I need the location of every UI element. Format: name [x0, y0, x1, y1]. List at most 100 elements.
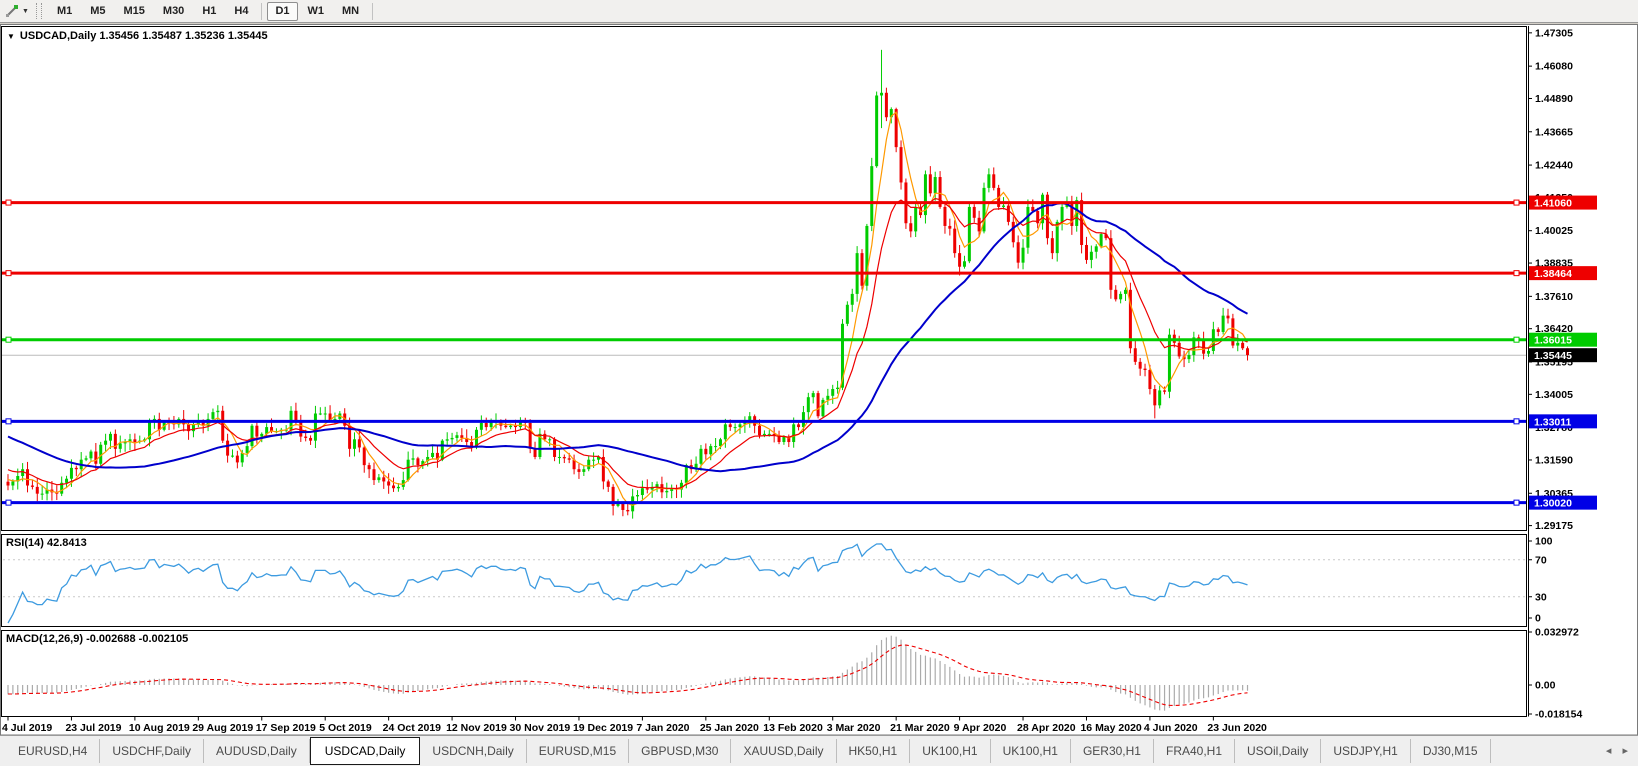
- toolbar-separator: [372, 2, 374, 20]
- chart-tab-fra40-h1[interactable]: FRA40,H1: [1154, 739, 1236, 763]
- svg-text:70: 70: [1535, 554, 1547, 566]
- svg-text:12 Nov 2019: 12 Nov 2019: [446, 722, 507, 734]
- svg-text:1.31590: 1.31590: [1535, 454, 1573, 466]
- svg-text:1.29175: 1.29175: [1535, 520, 1573, 532]
- svg-text:24 Oct 2019: 24 Oct 2019: [383, 722, 442, 734]
- svg-text:1.42440: 1.42440: [1535, 160, 1573, 172]
- chart-tab-usdcnh-daily[interactable]: USDCNH,Daily: [420, 739, 527, 763]
- chart-canvas: 0.032972 0.00 -0.018154 100 70 30 0 1.47305 1.46…: [0, 24, 1638, 736]
- svg-text:1.37610: 1.37610: [1535, 291, 1573, 303]
- toolbar-grip-handle[interactable]: [35, 3, 42, 19]
- timeframe-button-m30[interactable]: M30: [155, 2, 192, 21]
- svg-text:19 Dec 2019: 19 Dec 2019: [573, 722, 633, 734]
- chart-tab-usdjpy-h1[interactable]: USDJPY,H1: [1321, 739, 1411, 763]
- chart-tabs: EURUSD,H4 USDCHF,Daily AUDUSD,Daily USDCAD,…: [6, 737, 1491, 765]
- timeframe-button-d1[interactable]: D1: [267, 1, 298, 21]
- tabs-scroll-left-icon[interactable]: ◂: [1606, 745, 1616, 757]
- pane-frame: [1, 26, 1527, 531]
- chart-tab-uk100-h1[interactable]: UK100,H1: [991, 739, 1071, 763]
- svg-text:4 Jul 2019: 4 Jul 2019: [2, 722, 52, 734]
- collapse-caret-icon[interactable]: ▼: [7, 32, 15, 41]
- chart-tab-gbpusd-m30[interactable]: GBPUSD,M30: [629, 739, 732, 763]
- tabs-scroll-right-icon[interactable]: ▸: [1622, 745, 1632, 757]
- svg-text:16 May 2020: 16 May 2020: [1080, 722, 1141, 734]
- chart-tab-hk50-h1[interactable]: HK50,H1: [837, 739, 911, 763]
- rsi-indicator-label: RSI(14) 42.8413: [6, 537, 87, 549]
- timeframe-button-mn[interactable]: MN: [334, 2, 367, 21]
- chart-tab-dj30-m15[interactable]: DJ30,M15: [1411, 739, 1491, 763]
- hline-handle[interactable]: [5, 270, 12, 277]
- svg-text:1.40025: 1.40025: [1535, 225, 1573, 237]
- chart-tab-xauusd-daily[interactable]: XAUUSD,Daily: [731, 739, 837, 763]
- svg-text:1.36015: 1.36015: [1534, 335, 1572, 347]
- timeframe-button-w1[interactable]: W1: [300, 2, 333, 21]
- chart-tab-eurusd-h4[interactable]: EURUSD,H4: [6, 739, 101, 763]
- svg-text:1.30020: 1.30020: [1534, 498, 1572, 510]
- chart-title-text: USDCAD,Daily 1.35456 1.35487 1.35236 1.3…: [19, 30, 268, 42]
- chart-tab-eurusd-m15[interactable]: EURUSD,M15: [527, 739, 630, 763]
- trading-platform-window: { "toolbar": { "timeframes": ["M1","M5",…: [0, 0, 1638, 766]
- chart-tabs-bar: EURUSD,H4 USDCHF,Daily AUDUSD,Daily USDCAD,…: [0, 735, 1638, 766]
- timeframe-button-m1[interactable]: M1: [49, 2, 80, 21]
- svg-text:0: 0: [1535, 613, 1541, 625]
- svg-text:1.47305: 1.47305: [1535, 27, 1573, 39]
- timeframe-buttons: M1 M5 M15 M30 H1 H4 D1 W1 MN: [48, 1, 377, 21]
- chart-tab-usdchf-daily[interactable]: USDCHF,Daily: [100, 739, 205, 763]
- svg-text:21 Mar 2020: 21 Mar 2020: [890, 722, 950, 734]
- svg-text:1.33011: 1.33011: [1534, 416, 1572, 428]
- hline-handle[interactable]: [5, 418, 12, 425]
- tabs-scroll-arrows: ◂ ▸: [1606, 744, 1632, 757]
- hline-handle[interactable]: [1513, 336, 1520, 343]
- timeframe-button-h1[interactable]: H1: [194, 2, 224, 21]
- draw-tool-glyph: [6, 5, 18, 17]
- svg-text:9 Apr 2020: 9 Apr 2020: [954, 722, 1007, 734]
- svg-text:5 Oct 2019: 5 Oct 2019: [319, 722, 372, 734]
- svg-text:23 Jul 2019: 23 Jul 2019: [65, 722, 121, 734]
- chart-title: ▼ USDCAD,Daily 1.35456 1.35487 1.35236 1…: [7, 30, 268, 42]
- chart-tab-audusd-daily[interactable]: AUDUSD,Daily: [204, 739, 310, 763]
- svg-text:30 Nov 2019: 30 Nov 2019: [510, 722, 571, 734]
- chart-tab-usoil-daily[interactable]: USOil,Daily: [1235, 739, 1322, 763]
- svg-text:13 Feb 2020: 13 Feb 2020: [763, 722, 823, 734]
- svg-text:1.41060: 1.41060: [1534, 198, 1572, 210]
- timeframe-button-h4[interactable]: H4: [226, 2, 256, 21]
- chart-tab-usdcad-daily[interactable]: USDCAD,Daily: [309, 737, 421, 765]
- svg-text:0.032972: 0.032972: [1535, 627, 1579, 639]
- toolbar-separator: [261, 2, 263, 20]
- svg-text:1.34005: 1.34005: [1535, 389, 1573, 401]
- svg-text:23 Jun 2020: 23 Jun 2020: [1207, 722, 1267, 734]
- macd-indicator-label: MACD(12,26,9) -0.002688 -0.002105: [6, 633, 189, 645]
- svg-text:1.46080: 1.46080: [1535, 61, 1573, 73]
- svg-text:100: 100: [1535, 536, 1553, 548]
- svg-text:1.44890: 1.44890: [1535, 93, 1573, 105]
- tool-dropdown-caret-icon[interactable]: ▼: [22, 8, 29, 15]
- svg-text:4 Jun 2020: 4 Jun 2020: [1144, 722, 1198, 734]
- svg-text:1.43665: 1.43665: [1535, 126, 1573, 138]
- timeframe-button-m15[interactable]: M15: [116, 2, 153, 21]
- chart-tool-icon[interactable]: ▼: [2, 3, 32, 19]
- hline-handle[interactable]: [1513, 418, 1520, 425]
- pane-frame: [1, 630, 1527, 717]
- svg-text:29 Aug 2019: 29 Aug 2019: [192, 722, 253, 734]
- svg-text:3 Mar 2020: 3 Mar 2020: [827, 722, 881, 734]
- svg-text:10 Aug 2019: 10 Aug 2019: [129, 722, 190, 734]
- svg-text:25 Jan 2020: 25 Jan 2020: [700, 722, 759, 734]
- hline-handle[interactable]: [1513, 499, 1520, 506]
- hline-handle[interactable]: [5, 336, 12, 343]
- pane-frame: [1, 534, 1527, 627]
- toolbar: ▼ M1 M5 M15 M30 H1 H4 D1 W1 MN: [0, 0, 1638, 23]
- chart-tab-uk100-h1[interactable]: UK100,H1: [910, 739, 991, 763]
- svg-text:0.00: 0.00: [1535, 680, 1556, 692]
- svg-text:17 Sep 2019: 17 Sep 2019: [256, 722, 316, 734]
- svg-text:7 Jan 2020: 7 Jan 2020: [636, 722, 689, 734]
- timeframe-button-m5[interactable]: M5: [82, 2, 113, 21]
- hline-handle[interactable]: [1513, 199, 1520, 206]
- hline-handle[interactable]: [5, 199, 12, 206]
- svg-text:30: 30: [1535, 591, 1547, 603]
- svg-text:28 Apr 2020: 28 Apr 2020: [1017, 722, 1076, 734]
- hline-handle[interactable]: [5, 499, 12, 506]
- svg-text:-0.018154: -0.018154: [1535, 709, 1582, 721]
- hline-handle[interactable]: [1513, 270, 1520, 277]
- svg-text:1.38464: 1.38464: [1534, 268, 1572, 280]
- chart-tab-ger30-h1[interactable]: GER30,H1: [1071, 739, 1154, 763]
